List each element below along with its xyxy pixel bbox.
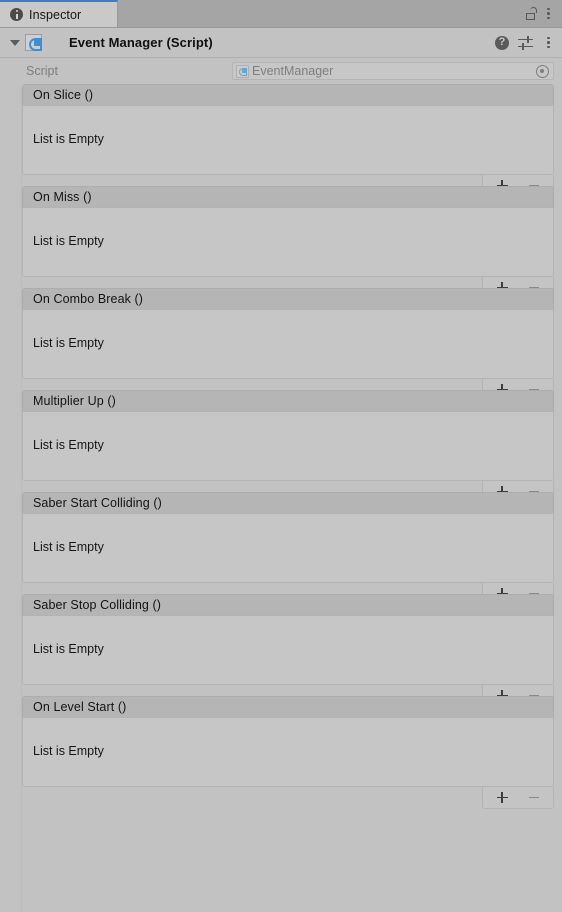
empty-list-label: List is Empty	[33, 642, 104, 656]
event-listener-list[interactable]: List is Empty	[22, 513, 554, 583]
empty-list-label: List is Empty	[33, 234, 104, 248]
event-section-header[interactable]: Multiplier Up ()	[22, 390, 554, 411]
event-section: Saber Stop Colliding () List is Empty	[22, 594, 554, 707]
inspector-window: Inspector Event Manager (Script) Script	[0, 0, 562, 912]
foldout-arrow-icon[interactable]	[8, 36, 22, 50]
empty-list-label: List is Empty	[33, 540, 104, 554]
remove-listener-button[interactable]	[521, 788, 547, 808]
component-header[interactable]: Event Manager (Script)	[0, 28, 562, 58]
event-listener-list[interactable]: List is Empty	[22, 105, 554, 175]
script-object-field[interactable]: EventManager	[232, 62, 554, 80]
event-section-header[interactable]: On Slice ()	[22, 84, 554, 105]
event-section-title: On Miss ()	[33, 190, 92, 204]
event-section-title: On Combo Break ()	[33, 292, 144, 306]
event-section-header[interactable]: Saber Stop Colliding ()	[22, 594, 554, 615]
event-section: On Combo Break () List is Empty	[22, 288, 554, 401]
event-section-title: On Level Start ()	[33, 700, 127, 714]
event-section-header[interactable]: Saber Start Colliding ()	[22, 492, 554, 513]
event-section: On Slice () List is Empty	[22, 84, 554, 197]
empty-list-label: List is Empty	[33, 744, 104, 758]
component-kebab-menu-icon[interactable]	[542, 35, 555, 50]
event-section: Multiplier Up () List is Empty	[22, 390, 554, 503]
component-title: Event Manager (Script)	[69, 35, 213, 50]
add-listener-button[interactable]	[489, 788, 515, 808]
event-listener-list[interactable]: List is Empty	[22, 615, 554, 685]
event-listener-list[interactable]: List is Empty	[22, 411, 554, 481]
tab-inspector[interactable]: Inspector	[0, 0, 118, 27]
event-section-title: Multiplier Up ()	[33, 394, 116, 408]
event-section-header[interactable]: On Combo Break ()	[22, 288, 554, 309]
empty-list-label: List is Empty	[33, 438, 104, 452]
script-property-label: Script	[26, 64, 58, 78]
kebab-menu-icon[interactable]	[542, 6, 555, 21]
tab-inspector-label: Inspector	[29, 7, 82, 22]
lock-open-icon[interactable]	[524, 6, 538, 21]
empty-list-label: List is Empty	[33, 336, 104, 350]
event-section-header[interactable]: On Miss ()	[22, 186, 554, 207]
preset-settings-icon[interactable]	[518, 35, 533, 50]
script-property-row: Script EventManager	[0, 58, 562, 84]
tab-bar: Inspector	[0, 0, 562, 28]
help-icon[interactable]	[495, 35, 509, 50]
tab-bar-spacer	[118, 0, 524, 27]
event-listener-list[interactable]: List is Empty	[22, 717, 554, 787]
event-sections-list: On Slice () List is Empty On Miss () List i…	[0, 84, 562, 809]
event-listener-list[interactable]: List is Empty	[22, 207, 554, 277]
object-picker-icon[interactable]	[536, 64, 549, 78]
event-section: On Level Start () List is Empty	[22, 696, 554, 809]
csharp-script-icon	[236, 64, 249, 78]
csharp-script-icon[interactable]	[25, 34, 42, 51]
component-header-actions	[495, 35, 555, 50]
event-section-title: On Slice ()	[33, 88, 94, 102]
event-list-buttons	[482, 787, 554, 809]
event-listener-list[interactable]: List is Empty	[22, 309, 554, 379]
empty-list-label: List is Empty	[33, 132, 104, 146]
tab-bar-actions	[524, 0, 562, 27]
event-section: On Miss () List is Empty	[22, 186, 554, 299]
event-section: Saber Start Colliding () List is Empty	[22, 492, 554, 605]
event-section-header[interactable]: On Level Start ()	[22, 696, 554, 717]
event-section-title: Saber Stop Colliding ()	[33, 598, 162, 612]
info-icon	[10, 8, 23, 21]
event-section-title: Saber Start Colliding ()	[33, 496, 162, 510]
script-object-value: EventManager	[252, 64, 334, 78]
